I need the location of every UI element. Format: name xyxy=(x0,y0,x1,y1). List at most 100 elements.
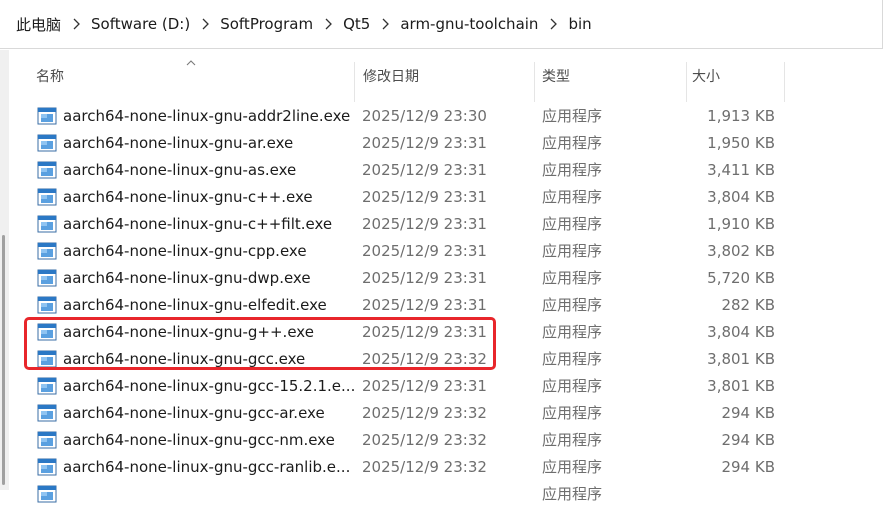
file-row[interactable]: aarch64-none-linux-gnu-dwp.exe 2025/12/9 … xyxy=(30,265,790,292)
file-size: 3,802 KB xyxy=(707,242,775,260)
file-type: 应用程序 xyxy=(542,485,603,503)
file-size: 3,801 KB xyxy=(707,377,775,395)
file-type: 应用程序 xyxy=(542,404,603,422)
chevron-right-icon[interactable] xyxy=(192,0,218,48)
file-size: 294 KB xyxy=(721,431,775,449)
file-row[interactable]: aarch64-none-linux-gnu-as.exe 2025/12/9 2… xyxy=(30,157,790,184)
exe-file-icon xyxy=(37,134,57,152)
file-name: aarch64-none-linux-gnu-c++filt.exe xyxy=(63,215,333,233)
file-date-modified: 2025/12/9 23:30 xyxy=(362,107,487,125)
file-row[interactable]: aarch64-none-linux-gnu-cpp.exe 2025/12/9 … xyxy=(30,238,790,265)
file-date-modified: 2025/12/9 23:31 xyxy=(362,215,487,233)
file-type: 应用程序 xyxy=(542,215,603,233)
column-header-name[interactable]: 名称 xyxy=(36,50,64,102)
file-type: 应用程序 xyxy=(542,188,603,206)
exe-file-icon xyxy=(37,377,57,395)
breadcrumb-label: Software (D:) xyxy=(91,15,191,33)
file-row[interactable]: aarch64-none-linux-gnu-ar.exe 2025/12/9 2… xyxy=(30,130,790,157)
file-date-modified: 2025/12/9 23:31 xyxy=(362,242,487,260)
chevron-right-icon[interactable] xyxy=(540,0,566,48)
file-row[interactable]: aarch64-none-linux-gnu-c++filt.exe 2025/1… xyxy=(30,211,790,238)
file-row[interactable]: aarch64-none-linux-gnu-gcc-ranlib.e... 20… xyxy=(30,454,790,481)
file-type: 应用程序 xyxy=(542,350,603,368)
file-size: 3,801 KB xyxy=(707,350,775,368)
file-size: 5,720 KB xyxy=(707,269,775,287)
file-size: 282 KB xyxy=(721,296,775,314)
column-header-type[interactable]: 类型 xyxy=(542,50,570,102)
file-name: aarch64-none-linux-gnu-gcc-nm.exe xyxy=(63,431,335,449)
file-date-modified: 2025/12/9 23:31 xyxy=(362,269,487,287)
file-name: aarch64-none-linux-gnu-c++.exe xyxy=(63,188,313,206)
file-size: 3,804 KB xyxy=(707,323,775,341)
exe-file-icon xyxy=(37,458,57,476)
breadcrumb-item[interactable]: SoftProgram xyxy=(218,0,315,48)
scrollbar-thumb[interactable] xyxy=(2,235,5,485)
file-size xyxy=(670,481,775,508)
column-header-date[interactable]: 修改日期 xyxy=(363,50,419,102)
file-size: 294 KB xyxy=(721,458,775,476)
file-type: 应用程序 xyxy=(542,269,603,287)
exe-file-icon xyxy=(37,107,57,125)
file-name: aarch64-none-linux-gnu-elfedit.exe xyxy=(63,296,327,314)
file-date-modified: 2025/12/9 23:32 xyxy=(362,431,487,449)
breadcrumb-item[interactable]: Software (D:) xyxy=(89,0,192,48)
column-header-size[interactable]: 大小 xyxy=(692,50,720,102)
file-name: aarch64-none-linux-gnu-gcc-ar.exe xyxy=(63,404,325,422)
file-row[interactable]: aarch64-none-linux-gnu-gcc-15.2.1.e... 20… xyxy=(30,373,790,400)
column-divider[interactable] xyxy=(686,62,687,102)
file-type: 应用程序 xyxy=(542,296,603,314)
sort-up-icon xyxy=(186,60,196,66)
file-size: 3,804 KB xyxy=(707,188,775,206)
exe-file-icon xyxy=(37,161,57,179)
exe-file-icon xyxy=(37,269,57,287)
file-row[interactable]: aarch64-none-linux-gnu-gcc-nm.exe 2025/12… xyxy=(30,427,790,454)
file-row[interactable]: aarch64-none-linux-gnu-c++.exe 2025/12/9 … xyxy=(30,184,790,211)
breadcrumb-label: 此电脑 xyxy=(16,15,62,34)
breadcrumb: 此电脑 Software (D:) SoftProgram Qt5 arm-gnu-to… xyxy=(14,0,594,48)
file-type: 应用程序 xyxy=(542,161,603,179)
breadcrumb-item[interactable]: arm-gnu-toolchain xyxy=(398,0,540,48)
exe-file-icon xyxy=(37,215,57,233)
file-type: 应用程序 xyxy=(542,107,603,125)
file-row[interactable]: aarch64-none-linux-gnu-gcc-ar.exe 2025/12… xyxy=(30,400,790,427)
chevron-right-icon[interactable] xyxy=(372,0,398,48)
file-type: 应用程序 xyxy=(542,458,603,476)
file-size: 1,950 KB xyxy=(707,134,775,152)
column-divider[interactable] xyxy=(354,62,355,102)
file-type: 应用程序 xyxy=(542,377,603,395)
file-row[interactable]: 应用程序 xyxy=(30,481,790,508)
column-header: 名称 修改日期 类型 大小 xyxy=(10,50,887,102)
navigation-pane-scrollbar[interactable] xyxy=(0,50,9,490)
file-type: 应用程序 xyxy=(542,242,603,260)
file-name: aarch64-none-linux-gnu-addr2line.exe xyxy=(63,107,351,125)
breadcrumb-item[interactable]: 此电脑 xyxy=(14,0,63,48)
column-divider[interactable] xyxy=(784,62,785,102)
highlight-box xyxy=(24,317,496,370)
file-date-modified: 2025/12/9 23:31 xyxy=(362,296,487,314)
breadcrumb-label: Qt5 xyxy=(343,15,371,33)
file-date-modified: 2025/12/9 23:31 xyxy=(362,377,487,395)
exe-file-icon xyxy=(37,485,57,503)
file-name: aarch64-none-linux-gnu-as.exe xyxy=(63,161,297,179)
file-name: aarch64-none-linux-gnu-gcc-ranlib.e... xyxy=(63,458,351,476)
file-size: 3,411 KB xyxy=(707,161,775,179)
breadcrumb-label: bin xyxy=(568,15,592,33)
exe-file-icon xyxy=(37,188,57,206)
file-date-modified: 2025/12/9 23:32 xyxy=(362,458,487,476)
breadcrumb-label: arm-gnu-toolchain xyxy=(400,15,539,33)
breadcrumb-label: SoftProgram xyxy=(220,15,314,33)
column-divider[interactable] xyxy=(534,62,535,102)
breadcrumb-item[interactable]: bin xyxy=(566,0,593,48)
chevron-right-icon[interactable] xyxy=(315,0,341,48)
file-name: aarch64-none-linux-gnu-ar.exe xyxy=(63,134,294,152)
chevron-right-icon[interactable] xyxy=(63,0,89,48)
address-bar[interactable]: 此电脑 Software (D:) SoftProgram Qt5 arm-gnu-to… xyxy=(0,0,883,49)
file-row[interactable]: aarch64-none-linux-gnu-addr2line.exe 2025… xyxy=(30,103,790,130)
file-row[interactable]: aarch64-none-linux-gnu-elfedit.exe 2025/1… xyxy=(30,292,790,319)
file-date-modified: 2025/12/9 23:31 xyxy=(362,134,487,152)
breadcrumb-item[interactable]: Qt5 xyxy=(341,0,372,48)
file-size: 1,910 KB xyxy=(707,215,775,233)
file-name: aarch64-none-linux-gnu-cpp.exe xyxy=(63,242,307,260)
file-date-modified: 2025/12/9 23:31 xyxy=(362,188,487,206)
file-name: aarch64-none-linux-gnu-gcc-15.2.1.e... xyxy=(63,377,356,395)
